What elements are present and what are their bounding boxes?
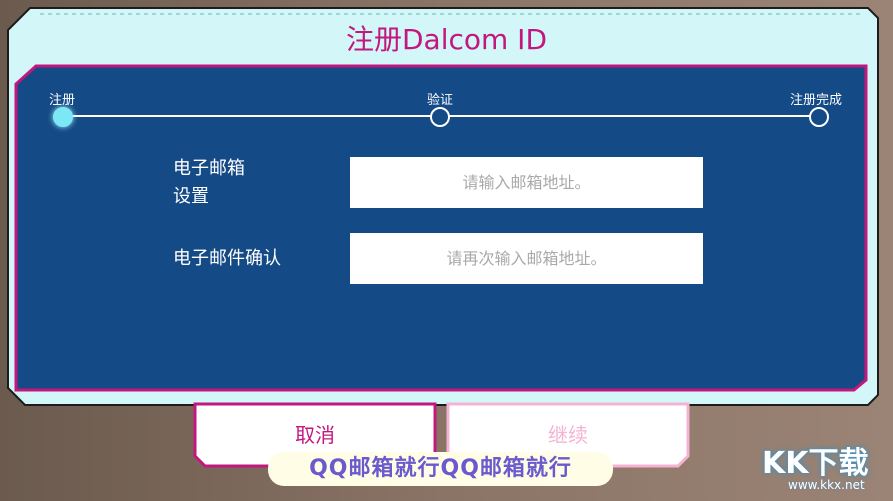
kk-logo-text: KK下载 — [762, 446, 869, 481]
email-setup-label: 电子邮箱 设置 — [173, 155, 245, 211]
step-label-complete: 注册完成 — [790, 93, 843, 108]
email-setup-label-line1: 电子邮箱 — [173, 158, 245, 179]
dialog-title: 注册Dalcom ID — [345, 23, 548, 56]
email-confirm-label: 电子邮件确认 — [173, 248, 281, 269]
step-label-verify: 验证 — [427, 93, 454, 108]
kk-logo-url: www.kkx.net — [788, 478, 865, 492]
step-label-register: 注册 — [49, 93, 76, 108]
video-caption-overlay: QQ邮箱就行QQ邮箱就行 — [268, 452, 613, 486]
email-confirm-input[interactable] — [350, 233, 703, 284]
progress-stepper: 注册 验证 注册完成 — [16, 85, 862, 145]
step-dot-complete — [809, 107, 829, 127]
kk-download-watermark-logo: KK下载 www.kkx.net — [762, 438, 892, 498]
step-dot-verify — [430, 107, 450, 127]
email-input[interactable] — [350, 157, 703, 208]
email-setup-label-line2: 设置 — [173, 186, 209, 207]
step-dot-register — [53, 107, 73, 127]
